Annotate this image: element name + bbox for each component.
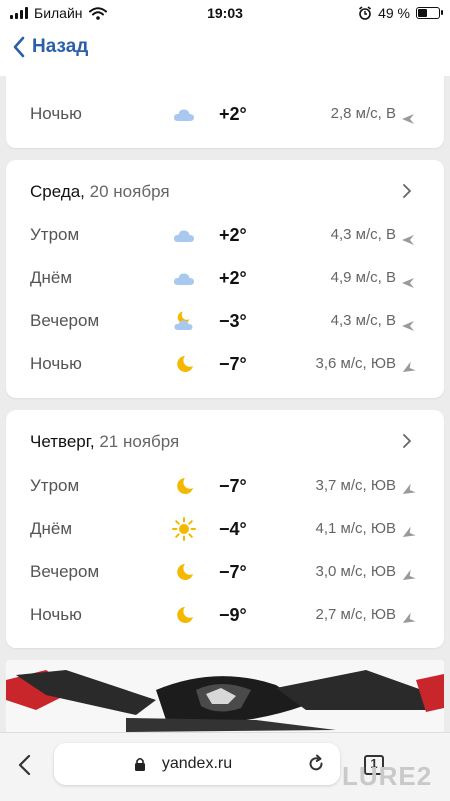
day-name: Среда, — [30, 182, 85, 201]
forecast-row: Вечером −3° 4,3 м/с, В — [6, 300, 444, 342]
status-right: 49 % — [358, 5, 443, 21]
temperature: +2° — [219, 104, 247, 124]
wind-direction-icon — [402, 567, 416, 580]
day-part-label: Ночью — [30, 605, 82, 624]
forecast-card-day: Четверг, 21 ноября Утром −7° 3,7 м/с, ЮВ… — [6, 410, 444, 648]
wind-info: 4,1 м/с, ЮВ — [315, 520, 397, 537]
wind-direction-icon — [402, 273, 414, 288]
chevron-right-icon[interactable] — [400, 434, 414, 448]
cloud-icon — [172, 223, 196, 247]
day-header[interactable]: Среда, 20 ноября — [30, 182, 414, 202]
address-bar[interactable]: yandex.ru — [54, 743, 340, 785]
browser-back-icon[interactable] — [14, 753, 38, 777]
forecast-row: Ночью −9° 2,7 м/с, ЮВ — [6, 594, 444, 636]
wind-direction-icon — [402, 316, 414, 331]
wind-direction-icon — [402, 524, 416, 537]
alarm-icon — [359, 6, 372, 20]
wind-direction-icon — [402, 481, 416, 494]
wind-direction-icon — [402, 359, 416, 372]
cloud-icon — [172, 102, 196, 126]
wind-info: 3,7 м/с, ЮВ — [315, 477, 397, 494]
forecast-row: Утром +2° 4,3 м/с, В — [6, 214, 444, 256]
battery-icon — [416, 7, 443, 19]
temperature: −9° — [219, 605, 247, 625]
temperature: −7° — [219, 354, 247, 374]
moon-icon — [172, 603, 196, 627]
temperature: −4° — [219, 519, 247, 539]
forecast-card-previous: Ночью +2° 2,8 м/с, В — [6, 76, 444, 148]
day-part-label: Вечером — [30, 311, 100, 330]
day-part-label: Утром — [30, 476, 80, 495]
wind-direction-icon — [402, 610, 416, 623]
day-part-label: Ночью — [30, 104, 82, 123]
temperature: +2° — [219, 268, 247, 288]
moon-icon — [172, 560, 196, 584]
reload-icon[interactable] — [306, 754, 326, 774]
forecast-row: Ночью −7° 3,6 м/с, ЮВ — [6, 343, 444, 385]
wind-direction-icon — [402, 109, 414, 124]
wind-info: 4,3 м/с, В — [330, 312, 396, 329]
temperature: +2° — [219, 225, 247, 245]
moon-icon — [172, 474, 196, 498]
wind-direction-icon — [402, 230, 414, 245]
drone-image — [6, 660, 444, 732]
partly-cloudy-moon-icon — [172, 309, 196, 333]
temperature: −7° — [219, 476, 247, 496]
status-bar: Билайн 19:03 49 % — [0, 0, 450, 26]
day-header[interactable]: Четверг, 21 ноября — [30, 432, 414, 452]
wind-info: 3,0 м/с, ЮВ — [315, 563, 397, 580]
moon-icon — [172, 352, 196, 376]
wind-info: 4,3 м/с, В — [330, 226, 396, 243]
chevron-right-icon[interactable] — [400, 184, 414, 198]
wind-info: 4,9 м/с, В — [330, 269, 396, 286]
forecast-row: Утром −7° 3,7 м/с, ЮВ — [6, 465, 444, 507]
day-name: Четверг, — [30, 432, 95, 451]
day-part-label: Утром — [30, 225, 80, 244]
sun-icon — [172, 517, 196, 541]
battery-percent: 49 % — [378, 5, 410, 21]
ad-banner[interactable] — [6, 660, 444, 732]
watermark: LURE2 — [342, 761, 433, 791]
forecast-row: Днём +2° 4,9 м/с, В — [6, 257, 444, 299]
wind-info: 3,6 м/с, ЮВ — [315, 355, 397, 372]
day-date: 21 ноября — [99, 432, 180, 451]
forecast-card-day: Среда, 20 ноября Утром +2° 4,3 м/с, В Дн… — [6, 160, 444, 398]
cloud-icon — [172, 266, 196, 290]
wind-info: 2,7 м/с, ЮВ — [315, 606, 397, 623]
forecast-row: Ночью +2° 2,8 м/с, В — [6, 93, 444, 135]
back-button[interactable]: Назад — [12, 36, 88, 58]
chevron-left-icon — [13, 36, 25, 58]
forecast-row: Днём −4° 4,1 м/с, ЮВ — [6, 508, 444, 550]
day-part-label: Днём — [30, 268, 73, 287]
day-part-label: Вечером — [30, 562, 100, 581]
day-part-label: Днём — [30, 519, 73, 538]
nav-bar: Назад — [0, 26, 450, 76]
temperature: −7° — [219, 562, 247, 582]
temperature: −3° — [219, 311, 247, 331]
url-text: yandex.ru — [161, 755, 233, 772]
browser-toolbar: yandex.ru 1 LURE2 — [0, 732, 450, 801]
forecast-row: Вечером −7° 3,0 м/с, ЮВ — [6, 551, 444, 593]
wind-info: 2,8 м/с, В — [330, 105, 396, 122]
day-date: 20 ноября — [89, 182, 170, 201]
day-part-label: Ночью — [30, 354, 82, 373]
back-label: Назад — [32, 36, 89, 57]
